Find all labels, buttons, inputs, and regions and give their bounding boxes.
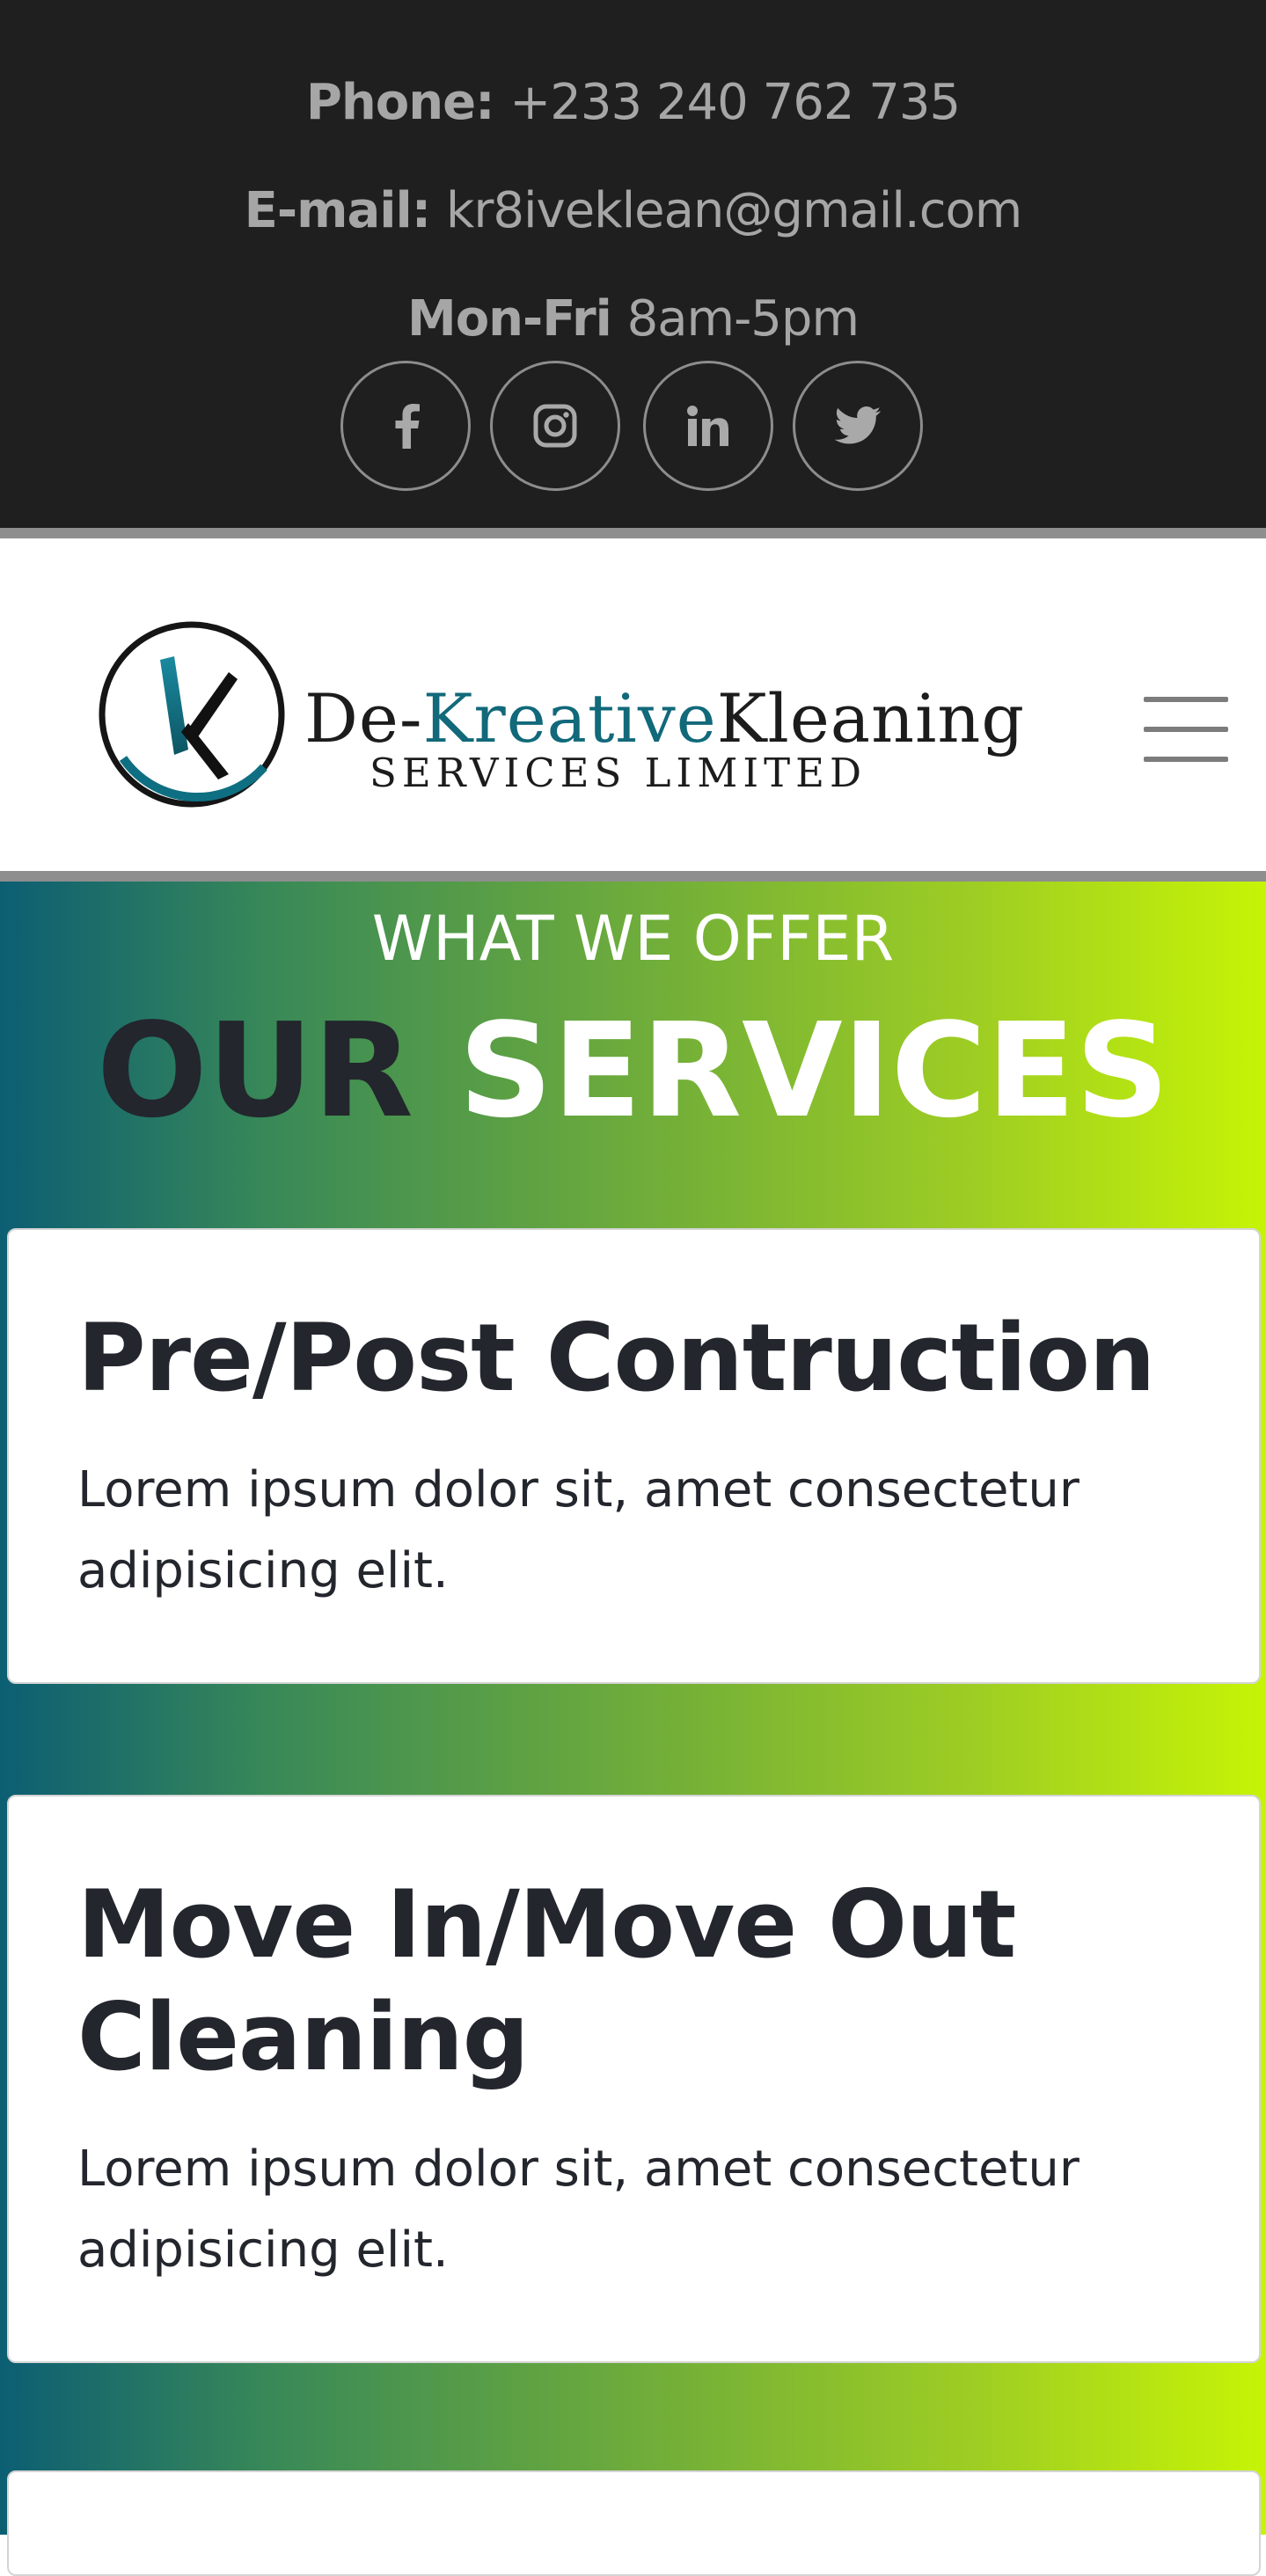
contact-phone: Phone: +233 240 762 735	[0, 72, 1266, 134]
header-divider	[0, 871, 1266, 882]
company-logo[interactable]: De-KreativeKleaning SERVICES LIMITED	[97, 618, 1024, 811]
logo-tagline: SERVICES LIMITED	[370, 750, 867, 796]
contact-bar: Phone: +233 240 762 735 E-mail: kr8ivekl…	[0, 0, 1266, 528]
social-links	[340, 361, 930, 494]
top-divider	[0, 528, 1266, 538]
hours-value: 8am-5pm	[626, 290, 860, 348]
service-description: Lorem ipsum dolor sit, amet consectetur …	[77, 2141, 1079, 2279]
twitter-link[interactable]	[793, 361, 923, 491]
instagram-icon	[533, 404, 577, 448]
service-title: Move In/Move Out Cleaning	[77, 1870, 1016, 2091]
facebook-icon	[395, 404, 420, 449]
phone-value[interactable]: +233 240 762 735	[509, 74, 961, 131]
logo-company-name: De-KreativeKleaning	[304, 679, 1025, 757]
section-eyebrow: WHAT WE OFFER	[371, 903, 895, 975]
linkedin-link[interactable]	[643, 361, 773, 491]
hamburger-line	[1144, 727, 1228, 732]
logo-emblem-icon	[99, 621, 285, 808]
services-section: WHAT WE OFFER OUR SERVICES Pre/Post Cont…	[0, 882, 1266, 2576]
linkedin-icon	[687, 406, 728, 446]
email-label: E-mail:	[244, 182, 431, 239]
section-title-dark: OUR	[96, 995, 413, 1146]
section-title: OUR SERVICES	[0, 987, 1266, 1154]
service-card: Move In/Move Out Cleaning Lorem ipsum do…	[7, 1795, 1261, 2363]
contact-hours: Mon-Fri 8am-5pm	[0, 289, 1266, 350]
facebook-link[interactable]	[340, 361, 471, 491]
section-title-light: SERVICES	[458, 995, 1170, 1146]
hamburger-menu-button[interactable]	[1144, 697, 1228, 762]
hamburger-line	[1144, 697, 1228, 702]
service-card	[7, 2470, 1261, 2576]
phone-label: Phone:	[305, 74, 495, 131]
email-value[interactable]: kr8iveklean@gmail.com	[446, 182, 1022, 239]
service-title: Pre/Post Contruction	[77, 1304, 1155, 1412]
hours-label: Mon-Fri	[406, 290, 612, 348]
hamburger-line	[1144, 757, 1228, 762]
contact-email: E-mail: kr8iveklean@gmail.com	[0, 180, 1266, 242]
instagram-link[interactable]	[490, 361, 620, 491]
site-header: De-KreativeKleaning SERVICES LIMITED	[0, 538, 1266, 871]
service-description: Lorem ipsum dolor sit, amet consectetur …	[77, 1461, 1079, 1599]
twitter-icon	[835, 406, 881, 444]
service-card: Pre/Post Contruction Lorem ipsum dolor s…	[7, 1228, 1261, 1684]
